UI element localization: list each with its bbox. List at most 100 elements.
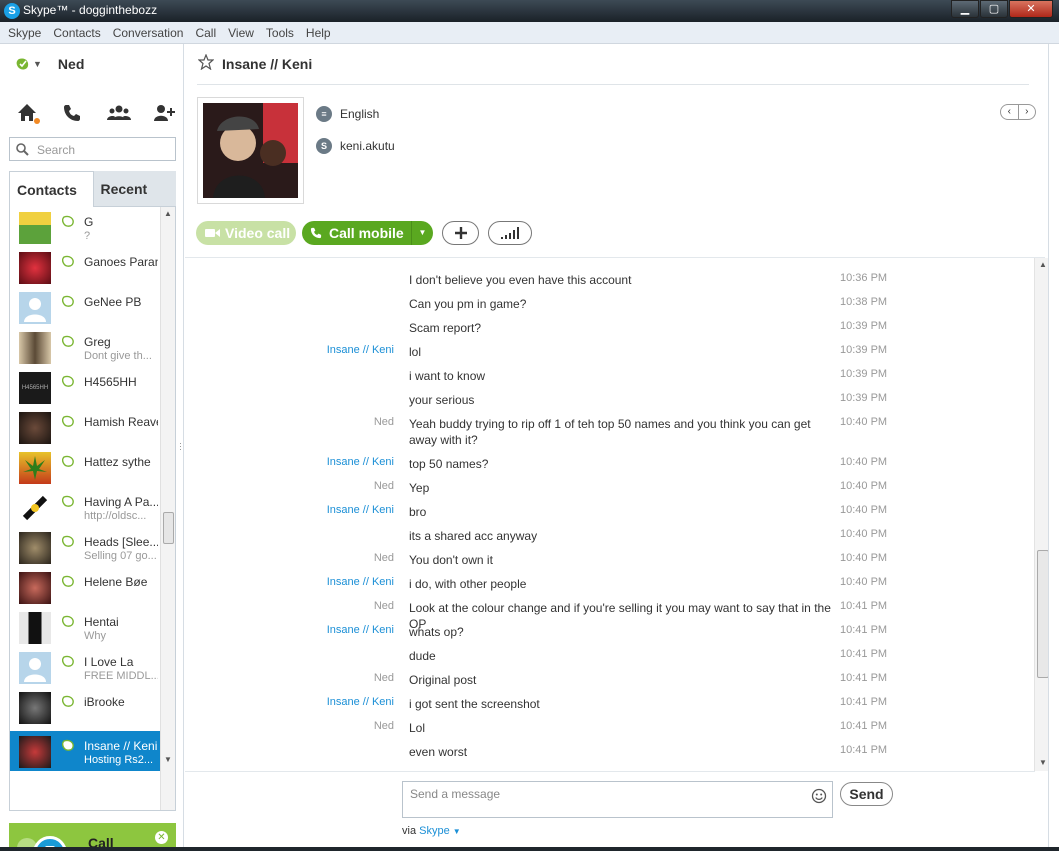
contact-mood: ?: [84, 230, 91, 242]
scroll-down-icon[interactable]: ▼: [1039, 758, 1047, 767]
message-time: 10:40 PM: [840, 576, 888, 588]
message-sender[interactable]: Ned: [374, 672, 394, 684]
tab-recent[interactable]: Recent: [93, 171, 176, 207]
message-row: Insane // Keni bro 10:40 PM: [185, 504, 1035, 528]
list-item[interactable]: Ganoes Paran: [10, 247, 160, 287]
add-contact-icon[interactable]: [152, 102, 176, 124]
contact-name: Greg: [84, 335, 111, 349]
call-mobile-label: Call mobile: [329, 225, 404, 241]
list-item[interactable]: Helene Bøe: [10, 567, 160, 607]
message-row: Scam report? 10:39 PM: [185, 320, 1035, 344]
via-service[interactable]: Skype: [419, 825, 450, 837]
emoticon-icon[interactable]: [811, 788, 827, 807]
list-item[interactable]: G ?: [10, 207, 160, 247]
signal-bars-icon: [501, 227, 519, 239]
message-time: 10:41 PM: [840, 720, 888, 732]
list-item[interactable]: Having A Pa... http://oldsc...: [10, 487, 160, 527]
message-sender[interactable]: Insane // Keni: [327, 624, 394, 636]
message-row: dude 10:41 PM: [185, 648, 1035, 672]
home-icon[interactable]: [16, 102, 40, 124]
list-item[interactable]: H4565HH H4565HH: [10, 367, 160, 407]
message-sender[interactable]: Ned: [374, 480, 394, 492]
user-name[interactable]: Ned: [58, 56, 84, 72]
prev-button[interactable]: ‹: [1001, 105, 1019, 119]
close-button[interactable]: ✕: [1009, 0, 1053, 18]
via-selector[interactable]: via Skype ▼: [402, 825, 461, 837]
call-actions: Video call Call mobile ▼: [196, 221, 532, 245]
search-placeholder: Search: [37, 143, 76, 157]
minimize-button[interactable]: ▁: [951, 0, 979, 18]
menu-contacts[interactable]: Contacts: [53, 22, 100, 43]
online-status-icon[interactable]: [16, 57, 30, 71]
call-quality-button[interactable]: [488, 221, 532, 245]
window-bottom-edge: [0, 847, 1059, 851]
add-button[interactable]: [442, 221, 479, 245]
message-time: 10:39 PM: [840, 368, 888, 380]
search-input[interactable]: Search: [9, 137, 176, 161]
close-icon[interactable]: ✕: [155, 831, 168, 844]
list-item[interactable]: Hentai Why: [10, 607, 160, 647]
menu-help[interactable]: Help: [306, 22, 331, 43]
list-item[interactable]: GeNee PB: [10, 287, 160, 327]
conversation-title: Insane // Keni: [222, 56, 313, 72]
menu-view[interactable]: View: [228, 22, 254, 43]
menu-conversation[interactable]: Conversation: [113, 22, 184, 43]
menu-tools[interactable]: Tools: [266, 22, 294, 43]
chevron-down-icon[interactable]: ▼: [453, 827, 461, 836]
via-label: via: [402, 825, 417, 837]
user-status-row[interactable]: ▼ Ned: [16, 56, 84, 72]
splitter-handle[interactable]: · · ·: [179, 439, 182, 454]
list-item[interactable]: I Love La FREE MIDDL...: [10, 647, 160, 687]
message-sender[interactable]: Insane // Keni: [327, 576, 394, 588]
message-time: 10:41 PM: [840, 696, 888, 708]
menu-skype[interactable]: Skype: [8, 22, 41, 43]
group-icon[interactable]: [106, 102, 131, 124]
scroll-up-icon[interactable]: ▲: [164, 209, 172, 218]
message-sender[interactable]: Ned: [374, 600, 394, 612]
contact-list-scrollbar[interactable]: ▲ ▼: [160, 207, 175, 810]
next-button[interactable]: ›: [1019, 105, 1036, 119]
list-item[interactable]: Greg Dont give th...: [10, 327, 160, 367]
message-input[interactable]: Send a message: [402, 781, 833, 818]
maximize-button[interactable]: ▢: [980, 0, 1008, 18]
chevron-down-icon[interactable]: ▼: [411, 221, 433, 245]
online-status-icon: [62, 215, 74, 227]
message-sender[interactable]: Insane // Keni: [327, 504, 394, 516]
message-sender[interactable]: Insane // Keni: [327, 456, 394, 468]
message-sender[interactable]: Ned: [374, 416, 394, 428]
send-button[interactable]: Send: [840, 782, 893, 806]
contact-profile-picture[interactable]: [197, 97, 304, 204]
tab-contacts[interactable]: Contacts: [9, 171, 94, 207]
list-item[interactable]: Hattez sythe: [10, 447, 160, 487]
avatar: [19, 452, 51, 484]
message-sender[interactable]: Insane // Keni: [327, 696, 394, 708]
scrollbar-thumb[interactable]: [163, 512, 174, 544]
scroll-down-icon[interactable]: ▼: [164, 755, 172, 764]
favorite-star-icon[interactable]: [197, 53, 215, 73]
title-bar: S Skype™ - dogginthebozz ▁ ▢ ✕: [0, 0, 1059, 22]
online-status-icon: [62, 415, 74, 427]
status-caret-icon[interactable]: ▼: [33, 59, 42, 69]
phone-icon[interactable]: [61, 102, 85, 124]
message-sender[interactable]: Ned: [374, 720, 394, 732]
profile-pager: ‹ ›: [1000, 104, 1036, 120]
call-mobile-button[interactable]: Call mobile ▼: [302, 221, 433, 245]
list-item[interactable]: Hamish Reave: [10, 407, 160, 447]
menu-call[interactable]: Call: [195, 22, 216, 43]
message-sender[interactable]: Ned: [374, 552, 394, 564]
message-sender[interactable]: Insane // Keni: [327, 344, 394, 356]
message-text: Yeah buddy trying to rip off 1 of teh to…: [409, 417, 811, 447]
video-call-button[interactable]: Video call: [196, 221, 296, 245]
avatar: [19, 572, 51, 604]
message-time: 10:40 PM: [840, 456, 888, 468]
list-item[interactable]: Heads [Slee... Selling 07 go...: [10, 527, 160, 567]
list-item[interactable]: iBrooke: [10, 687, 160, 727]
list-item-selected[interactable]: Insane // Keni Hosting Rs2...: [10, 731, 175, 771]
message-row: Ned You don't own it 10:40 PM: [185, 552, 1035, 576]
avatar: [19, 532, 51, 564]
skype-app-icon: S: [4, 3, 20, 19]
scroll-up-icon[interactable]: ▲: [1039, 260, 1047, 269]
message-time: 10:41 PM: [840, 648, 888, 660]
message-row: Can you pm in game? 10:38 PM: [185, 296, 1035, 320]
contact-name: Having A Pa...: [84, 495, 158, 509]
